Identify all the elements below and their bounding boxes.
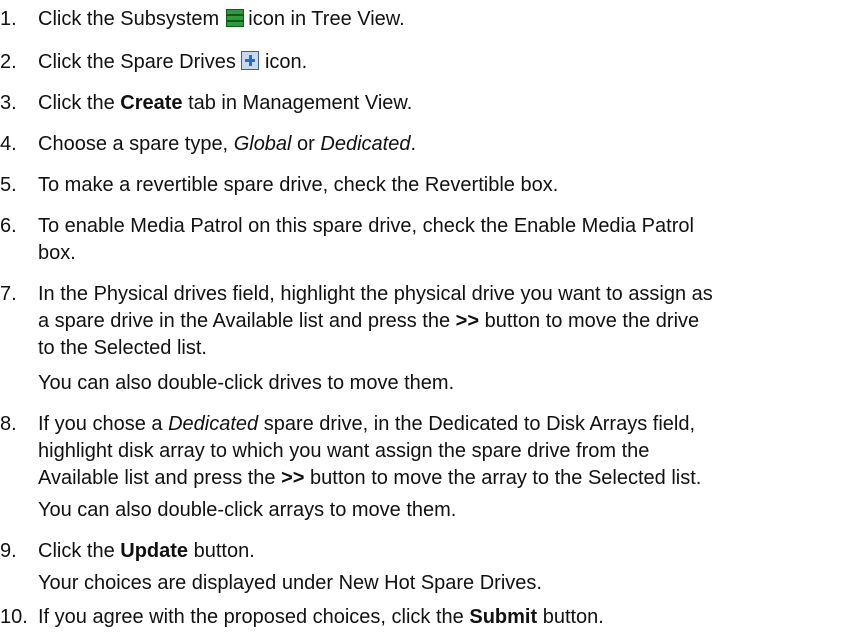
step-text: If you chose a Dedicated spare drive, in… bbox=[38, 413, 702, 489]
step-number: 4. bbox=[0, 133, 17, 155]
step-text: To make a revertible spare drive, check … bbox=[38, 174, 559, 196]
step-text: Choose a spare type, Global or Dedicated… bbox=[38, 133, 417, 155]
step-text: Click the Create tab in Management View. bbox=[38, 92, 413, 114]
step-number: 3. bbox=[0, 92, 17, 114]
step-text: Click the Spare Drives icon. bbox=[38, 51, 308, 73]
subsystem-icon bbox=[225, 8, 244, 27]
step-number: 7. bbox=[0, 283, 17, 305]
step-number: 8. bbox=[0, 413, 17, 435]
step-8-note: You can also double-click arrays to move… bbox=[38, 499, 457, 521]
step-9-note: Your choices are displayed under New Hot… bbox=[38, 572, 542, 594]
step-number: 10. bbox=[0, 606, 28, 628]
step-number: 5. bbox=[0, 174, 17, 196]
step-text: Click the Subsystem icon in Tree View. bbox=[38, 8, 405, 30]
step-text: Click the Update button. bbox=[38, 540, 255, 562]
step-text: If you agree with the proposed choices, … bbox=[38, 606, 604, 628]
step-number: 2. bbox=[0, 51, 17, 73]
step-text: To enable Media Patrol on this spare dri… bbox=[38, 215, 694, 264]
step-7-note: You can also double-click drives to move… bbox=[38, 372, 455, 394]
step-number: 1. bbox=[0, 8, 17, 30]
step-number: 9. bbox=[0, 540, 17, 562]
step-number: 6. bbox=[0, 215, 17, 237]
spare-drives-icon bbox=[241, 51, 260, 70]
step-text: In the Physical drives field, highlight … bbox=[38, 283, 713, 359]
